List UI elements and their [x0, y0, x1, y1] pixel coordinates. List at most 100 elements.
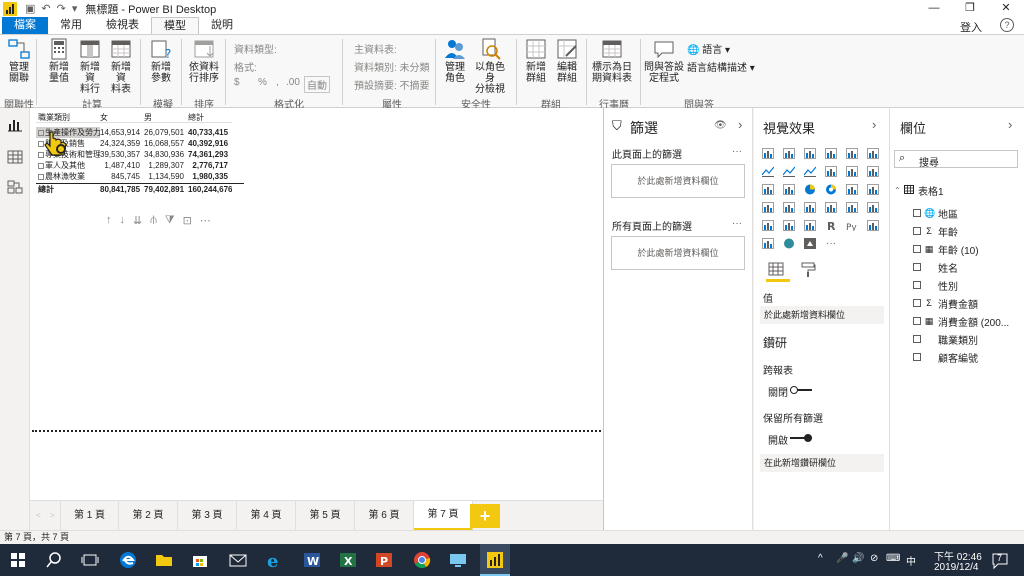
- action-center-icon[interactable]: 7: [990, 550, 1010, 570]
- excel-icon[interactable]: X: [338, 550, 358, 570]
- collapse-fields-icon[interactable]: ›: [1008, 117, 1012, 132]
- manage-relationships-button[interactable]: 管理 關聯: [5, 38, 33, 84]
- filter-icon[interactable]: ⧩: [165, 214, 175, 227]
- fields-well-icon[interactable]: [768, 262, 784, 276]
- view-as-roles-button[interactable]: 以角色身 分檢視: [472, 38, 508, 95]
- field-checkbox[interactable]: [913, 299, 921, 307]
- all-pages-filters-dropzone[interactable]: 於此處新增資料欄位: [611, 236, 745, 270]
- line-column-icon[interactable]: [825, 166, 837, 177]
- prev-page-button[interactable]: <: [36, 511, 41, 520]
- filled-map-icon[interactable]: [762, 202, 774, 213]
- matrix-header-cell[interactable]: 男: [144, 112, 188, 123]
- fields-search-box[interactable]: ⌕ 搜尋: [894, 150, 1018, 169]
- values-dropzone[interactable]: 於此處新增資料欄位: [760, 306, 884, 324]
- save-icon[interactable]: ▣: [25, 2, 35, 15]
- comma-button[interactable]: ,: [276, 77, 279, 88]
- windows-start-icon[interactable]: [8, 550, 28, 570]
- ribbon-chart-icon[interactable]: [867, 166, 879, 177]
- decimal-places-input[interactable]: 自動: [304, 76, 330, 93]
- field-checkbox[interactable]: [913, 209, 921, 217]
- stacked-area-icon[interactable]: [803, 166, 817, 177]
- collapse-filters-icon[interactable]: ›: [738, 117, 742, 132]
- linguistic-schema-dropdown[interactable]: 語言結構描述 ▾: [687, 59, 755, 74]
- home-table-dropdown[interactable]: 主資料表:: [354, 41, 397, 56]
- new-measure-button[interactable]: 新增 量值: [45, 38, 73, 84]
- page-tab[interactable]: 第 3 頁: [178, 501, 237, 531]
- mark-as-date-table-button[interactable]: 標示為日 期資料表: [590, 38, 634, 84]
- field-checkbox[interactable]: [913, 263, 921, 271]
- mail-icon[interactable]: [228, 550, 248, 570]
- data-type-dropdown[interactable]: 資料類型:: [234, 41, 277, 56]
- page-tab-active[interactable]: 第 7 頁: [414, 501, 473, 531]
- waterfall-icon[interactable]: [762, 184, 774, 195]
- currency-button[interactable]: $: [234, 77, 240, 88]
- tab-home[interactable]: 常用: [48, 17, 94, 34]
- clustered-column-icon[interactable]: [825, 148, 837, 159]
- add-page-button[interactable]: +: [470, 504, 500, 528]
- gauge-icon[interactable]: [804, 202, 816, 213]
- drillthrough-dropzone[interactable]: 在此新增鑽研欄位: [760, 454, 884, 472]
- expand-icon[interactable]: [38, 162, 44, 169]
- field-item[interactable]: 🌐 地區: [913, 206, 958, 221]
- sort-by-column-button[interactable]: 依資料 行排序: [188, 38, 220, 84]
- matrix-header-cell[interactable]: 總計: [188, 112, 232, 123]
- more-visuals-icon[interactable]: ···: [826, 238, 836, 249]
- 100-column-icon[interactable]: [867, 148, 879, 159]
- table-node[interactable]: ⌃ 表格1: [894, 183, 944, 198]
- word-icon[interactable]: W: [302, 550, 322, 570]
- format-dropdown[interactable]: 格式:: [234, 59, 257, 74]
- new-group-button[interactable]: 新增 群組: [522, 38, 550, 84]
- powerbi-taskbar-button[interactable]: [480, 544, 510, 576]
- decimal-button[interactable]: .00: [286, 77, 300, 88]
- report-canvas[interactable]: 職業類別 女 男 總計 生產操作及勞力 14,653,914 26,079,50…: [30, 108, 603, 500]
- expand-icon[interactable]: [38, 173, 44, 180]
- remote-desktop-icon[interactable]: [448, 550, 468, 570]
- r-visual-icon[interactable]: R: [825, 220, 837, 233]
- area-chart-icon[interactable]: [782, 166, 796, 177]
- funnel-icon[interactable]: [783, 202, 795, 213]
- matrix-row-header[interactable]: 農林漁牧業: [36, 171, 100, 182]
- tab-help[interactable]: 說明: [199, 17, 245, 34]
- maximize-button[interactable]: ❐: [952, 0, 988, 17]
- field-checkbox[interactable]: [913, 245, 921, 253]
- pie-chart-icon[interactable]: [804, 184, 816, 195]
- language-dropdown[interactable]: 🌐 語言 ▾: [687, 41, 730, 56]
- more-options-icon[interactable]: ⋯: [200, 214, 211, 227]
- matrix-visual-icon[interactable]: [804, 220, 816, 231]
- ime-indicator[interactable]: 中: [906, 553, 916, 568]
- next-page-button[interactable]: >: [50, 511, 55, 520]
- custom-visual-icon[interactable]: [804, 238, 816, 249]
- show-hidden-icons[interactable]: ^: [818, 553, 823, 564]
- collapse-viz-icon[interactable]: ›: [872, 117, 876, 132]
- drill-down-icon[interactable]: ↓: [120, 214, 126, 227]
- field-checkbox[interactable]: [913, 335, 921, 343]
- keyboard-icon[interactable]: ⌨: [886, 553, 900, 564]
- expand-hierarchy-icon[interactable]: ⫛: [150, 214, 157, 227]
- field-item[interactable]: Σ 消費金額: [913, 296, 978, 311]
- page-tab[interactable]: 第 4 頁: [237, 501, 296, 531]
- field-checkbox[interactable]: [913, 281, 921, 289]
- line-chart-icon[interactable]: [761, 166, 775, 177]
- drill-up-icon[interactable]: ↑: [106, 214, 112, 227]
- help-icon[interactable]: ?: [1000, 18, 1014, 32]
- focus-mode-icon[interactable]: ⊡: [183, 214, 192, 227]
- internet-explorer-icon[interactable]: e: [264, 550, 284, 572]
- default-summarization-dropdown[interactable]: 預設摘要: 不摘要: [354, 77, 430, 92]
- tab-file[interactable]: 檔案: [2, 17, 48, 34]
- line-clustered-icon[interactable]: [846, 166, 858, 177]
- customize-qa-icon[interactable]: ▾: [72, 2, 78, 15]
- manage-roles-button[interactable]: 管理 角色: [441, 38, 469, 84]
- stacked-column-icon[interactable]: [783, 148, 795, 159]
- clock-date[interactable]: 2019/12/4: [934, 562, 979, 573]
- matrix-row-header[interactable]: 軍人及其他: [36, 160, 100, 171]
- edge-icon[interactable]: [118, 550, 138, 570]
- undo-icon[interactable]: ↶: [41, 2, 50, 15]
- clustered-bar-icon[interactable]: [804, 148, 816, 159]
- page-filters-more-icon[interactable]: ···: [732, 146, 742, 157]
- stacked-bar-icon[interactable]: [762, 148, 774, 159]
- multirow-card-icon[interactable]: [846, 202, 858, 213]
- task-view-icon[interactable]: [80, 550, 100, 570]
- field-item[interactable]: Σ 年齡: [913, 224, 958, 239]
- data-view-icon[interactable]: [7, 150, 23, 164]
- new-column-button[interactable]: 新增資 料行: [76, 38, 104, 95]
